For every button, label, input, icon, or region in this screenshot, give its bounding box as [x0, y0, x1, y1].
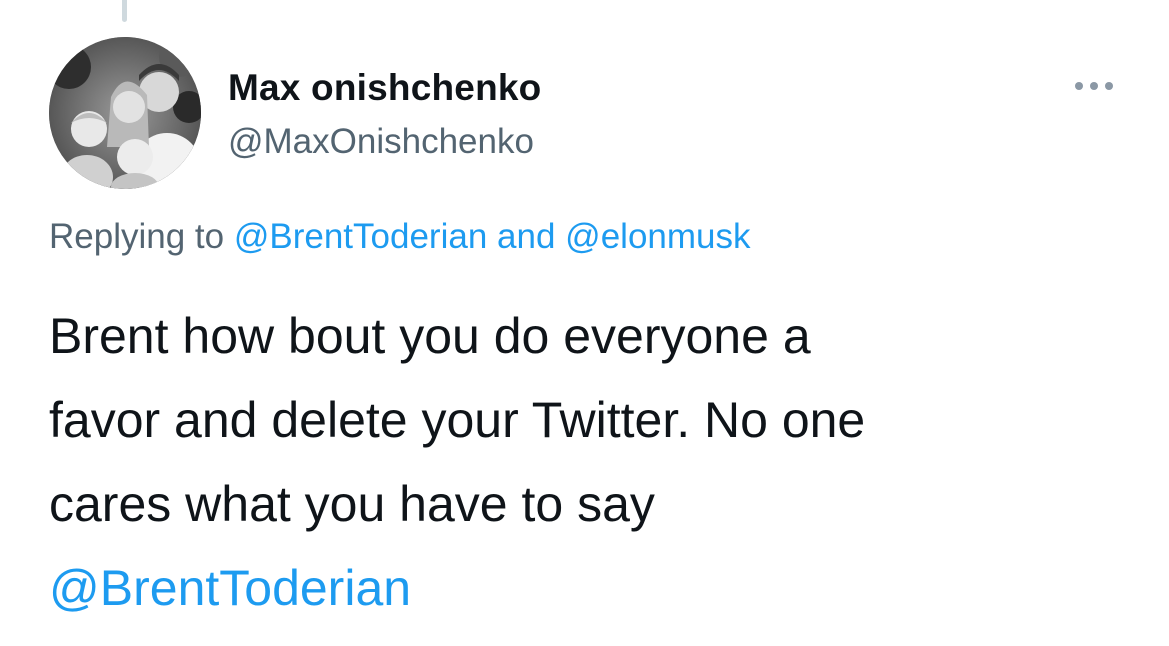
tweet-text-line: Brent how bout you do everyone a: [49, 308, 811, 364]
tweet-mention-link[interactable]: @BrentToderian: [49, 546, 865, 630]
tweet-text-line: cares what you have to say: [49, 476, 655, 532]
more-options-button[interactable]: [1068, 68, 1120, 104]
mention-link-brenttoderian[interactable]: @BrentToderian: [234, 217, 487, 256]
avatar[interactable]: [49, 37, 201, 189]
thread-connector-line: [122, 0, 127, 22]
tweet-text: Brent how bout you do everyone a favor a…: [49, 294, 865, 630]
reply-context-conjunction[interactable]: and: [497, 217, 555, 256]
author-display-name[interactable]: Max onishchenko: [228, 64, 541, 112]
tweet-text-line: favor and delete your Twitter. No one: [49, 392, 866, 448]
author-handle[interactable]: @MaxOnishchenko: [228, 118, 534, 166]
mention-link-elonmusk[interactable]: @elonmusk: [565, 217, 750, 256]
reply-context: Replying to @BrentToderian and @elonmusk: [49, 213, 751, 261]
more-horizontal-icon: [1075, 82, 1113, 90]
reply-context-prefix: Replying to: [49, 217, 225, 256]
